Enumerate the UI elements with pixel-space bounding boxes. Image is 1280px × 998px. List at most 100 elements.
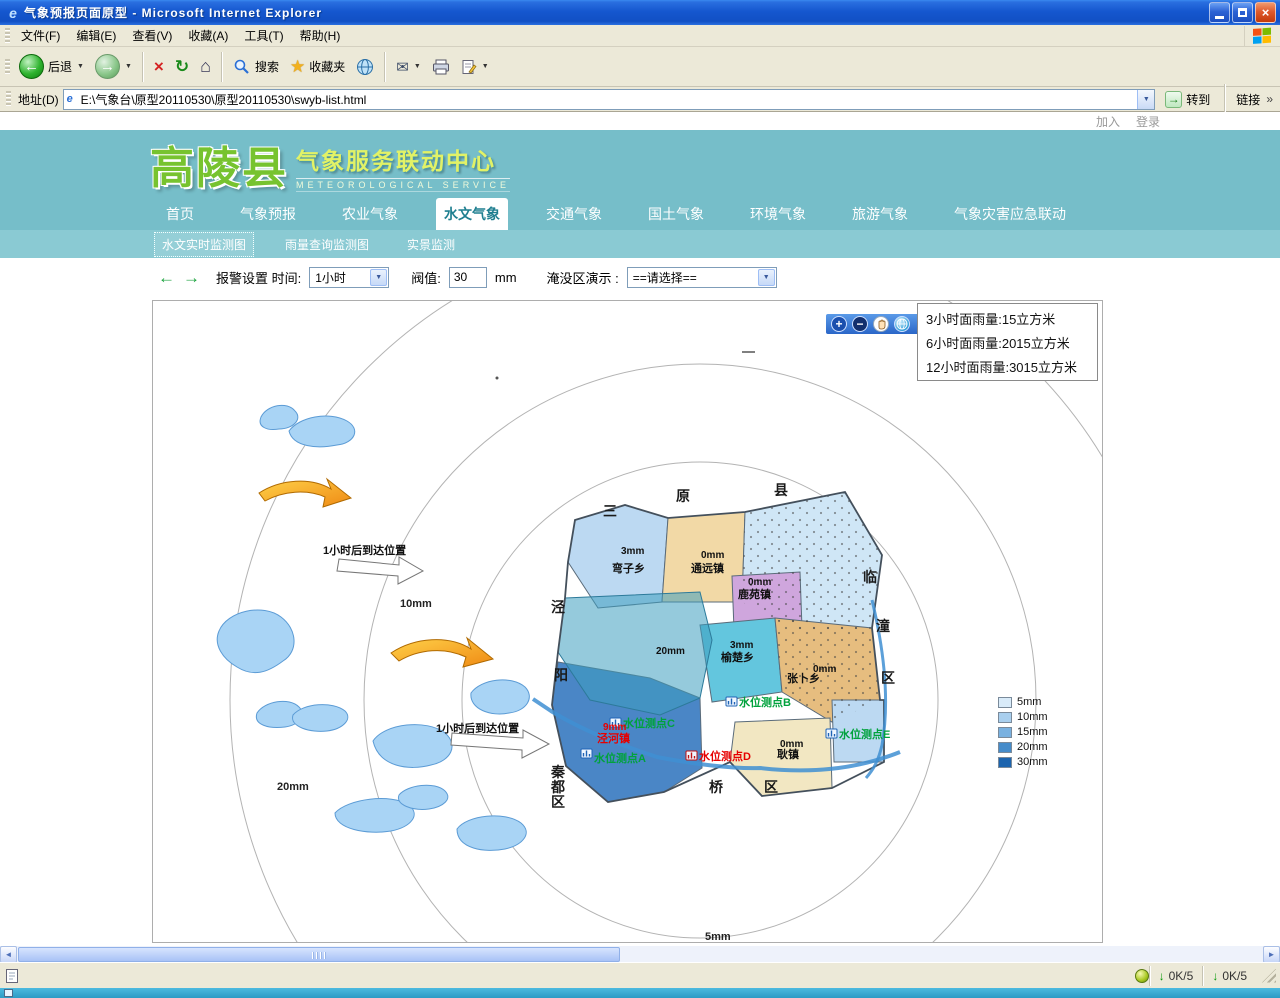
scroll-left-button[interactable]: ◄ bbox=[0, 946, 17, 963]
address-input[interactable] bbox=[81, 91, 1138, 108]
separator bbox=[142, 52, 144, 82]
favorites-button[interactable]: ★ 收藏夹 bbox=[285, 50, 350, 84]
stop-button[interactable]: × bbox=[149, 50, 169, 84]
site-title: 气象服务联动中心 bbox=[296, 142, 510, 176]
menu-edit[interactable]: 编辑(E) bbox=[68, 25, 124, 46]
home-button[interactable]: ⌂ bbox=[195, 50, 216, 84]
legend-row: 10mm bbox=[998, 711, 1048, 723]
subnav-realtime-monitor[interactable]: 水文实时监测图 bbox=[154, 232, 254, 257]
flood-select[interactable]: ==请选择== ▼ bbox=[627, 267, 777, 288]
drag-grip[interactable] bbox=[5, 59, 10, 75]
ring-label-20mm: 20mm bbox=[277, 781, 309, 793]
minimize-button[interactable] bbox=[1209, 2, 1230, 23]
links-chevron-icon[interactable]: » bbox=[1266, 92, 1277, 106]
drag-grip[interactable] bbox=[6, 91, 11, 107]
flood-select-value: ==请选择== bbox=[633, 269, 697, 286]
station-d-label[interactable]: 水位测点D bbox=[699, 749, 751, 763]
edit-dropdown-icon[interactable]: ▼ bbox=[482, 63, 489, 70]
station-d-icon[interactable] bbox=[686, 751, 697, 760]
back-button[interactable]: ← 后退 ▼ bbox=[14, 50, 89, 84]
arrival-arrow-icon bbox=[337, 557, 423, 584]
title-bar: e 气象预报页面原型 - Microsoft Internet Explorer… bbox=[0, 0, 1280, 25]
scroll-right-button[interactable]: ► bbox=[1263, 946, 1280, 963]
scrollbar-thumb[interactable] bbox=[18, 947, 620, 962]
menu-file[interactable]: 文件(F) bbox=[13, 25, 68, 46]
menu-favorites[interactable]: 收藏(A) bbox=[180, 25, 236, 46]
maximize-button[interactable] bbox=[1232, 2, 1253, 23]
neighbor-label: 泾 bbox=[551, 599, 565, 615]
rainfall-3h: 3小时面雨量:15立方米 bbox=[926, 308, 1097, 332]
login-link[interactable]: 登录 bbox=[1136, 113, 1160, 130]
join-link[interactable]: 加入 bbox=[1096, 113, 1120, 130]
neighbor-label: 区 bbox=[764, 779, 778, 795]
menu-tools[interactable]: 工具(T) bbox=[236, 25, 291, 46]
legend-swatch bbox=[998, 712, 1012, 723]
go-label: 转到 bbox=[1186, 91, 1210, 108]
forward-dropdown-icon[interactable]: ▼ bbox=[125, 63, 132, 70]
edit-button[interactable]: ▼ bbox=[456, 50, 494, 84]
neighbor-label: 阳 bbox=[554, 667, 568, 683]
station-e-icon[interactable] bbox=[826, 729, 837, 738]
station-a-label[interactable]: 水位测点A bbox=[594, 751, 646, 765]
nav-disaster-emergency[interactable]: 气象灾害应急联动 bbox=[946, 198, 1074, 230]
drag-grip[interactable] bbox=[5, 28, 10, 44]
town-label-luyuanzhen: 鹿苑镇 bbox=[738, 587, 771, 601]
globe-button[interactable] bbox=[894, 316, 910, 332]
station-c-label[interactable]: 水位测点C bbox=[623, 716, 675, 730]
separator bbox=[1224, 84, 1226, 114]
subnav-live-view[interactable]: 实景监测 bbox=[400, 233, 462, 256]
menu-view[interactable]: 查看(V) bbox=[124, 25, 180, 46]
resize-grip[interactable] bbox=[1262, 969, 1276, 983]
rainfall-legend: 5mm 10mm 15mm 20mm 30mm bbox=[998, 696, 1048, 771]
print-button[interactable] bbox=[427, 50, 455, 84]
favorites-label: 收藏夹 bbox=[309, 58, 345, 75]
nav-land[interactable]: 国土气象 bbox=[640, 198, 712, 230]
station-e-label[interactable]: 水位测点E bbox=[839, 727, 890, 741]
horizontal-scrollbar[interactable]: ◄ ► bbox=[0, 945, 1280, 962]
next-arrow-button[interactable]: → bbox=[183, 269, 200, 286]
station-b-label[interactable]: 水位测点B bbox=[739, 695, 791, 709]
threshold-input[interactable] bbox=[449, 267, 487, 288]
monitoring-map: 10mm 20mm 5mm 1小时后到达位置 1小时后到达位置 三 原 县 泾 … bbox=[153, 301, 1102, 942]
address-dropdown-icon[interactable]: ▼ bbox=[1137, 90, 1154, 109]
back-dropdown-icon[interactable]: ▼ bbox=[77, 63, 84, 70]
rain-label: 3mm bbox=[621, 546, 644, 557]
nav-traffic[interactable]: 交通气象 bbox=[538, 198, 610, 230]
history-button[interactable] bbox=[351, 50, 379, 84]
search-button[interactable]: 搜索 bbox=[228, 50, 284, 84]
nav-weather-forecast[interactable]: 气象预报 bbox=[232, 198, 304, 230]
time-select-arrow-icon[interactable]: ▼ bbox=[370, 269, 387, 286]
mail-dropdown-icon[interactable]: ▼ bbox=[414, 63, 421, 70]
neighbor-label: 都 bbox=[550, 779, 565, 795]
time-select[interactable]: 1小时 ▼ bbox=[309, 267, 389, 288]
station-a-icon[interactable] bbox=[581, 749, 592, 758]
pan-button[interactable] bbox=[873, 316, 889, 332]
refresh-button[interactable]: ↻ bbox=[170, 50, 194, 84]
mail-button[interactable]: ✉ ▼ bbox=[391, 50, 426, 84]
site-logo: 高陵县 bbox=[150, 132, 288, 196]
menu-help[interactable]: 帮助(H) bbox=[292, 25, 349, 46]
rainfall-12h: 12小时面雨量:3015立方米 bbox=[926, 356, 1097, 380]
separator bbox=[384, 52, 386, 82]
go-button[interactable]: → 转到 bbox=[1159, 88, 1216, 110]
nav-tourism[interactable]: 旅游气象 bbox=[844, 198, 916, 230]
station-b-icon[interactable] bbox=[726, 697, 737, 706]
nav-agriculture[interactable]: 农业气象 bbox=[334, 198, 406, 230]
subnav-rain-query[interactable]: 雨量查询监测图 bbox=[278, 233, 376, 256]
nav-hydrology[interactable]: 水文气象 bbox=[436, 198, 508, 230]
nav-home[interactable]: 首页 bbox=[158, 198, 202, 230]
back-label: 后退 bbox=[48, 58, 72, 75]
close-button[interactable]: × bbox=[1255, 2, 1276, 23]
rainfall-info-box: 3小时面雨量:15立方米 6小时面雨量:2015立方米 12小时面雨量:3015… bbox=[917, 303, 1098, 381]
prev-arrow-button[interactable]: ← bbox=[158, 269, 175, 286]
maximize-icon bbox=[1238, 8, 1247, 17]
links-label[interactable]: 链接 bbox=[1234, 91, 1262, 108]
zoom-in-button[interactable]: + bbox=[831, 316, 847, 332]
site-subtitle: METEOROLOGICAL SERVICE bbox=[296, 178, 510, 192]
zoom-out-button[interactable]: − bbox=[852, 316, 868, 332]
flood-demo-label: 淹没区演示 : bbox=[547, 268, 619, 287]
nav-environment[interactable]: 环境气象 bbox=[742, 198, 814, 230]
legend-label: 30mm bbox=[1017, 756, 1048, 768]
forward-button[interactable]: → ▼ bbox=[90, 50, 137, 84]
flood-select-arrow-icon[interactable]: ▼ bbox=[758, 269, 775, 286]
